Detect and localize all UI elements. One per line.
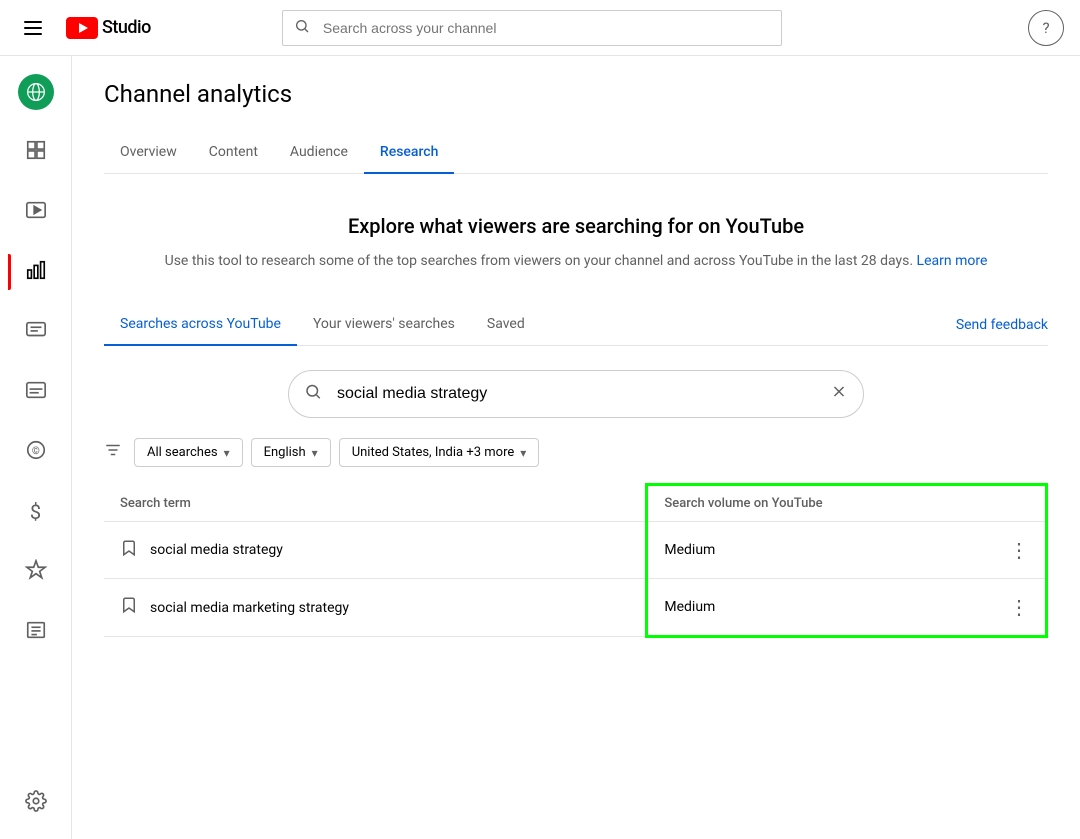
settings-icon — [25, 790, 47, 817]
main-tabs: Overview Content Audience Research — [104, 132, 1048, 174]
all-searches-chevron: ▾ — [224, 446, 230, 460]
clear-search-button[interactable] — [830, 383, 848, 406]
volume-text-1: Medium — [664, 542, 715, 558]
all-searches-label: All searches — [147, 445, 218, 460]
header-search-input[interactable] — [282, 10, 782, 46]
search-input-icon — [304, 383, 322, 406]
main-content: Channel analytics Overview Content Audie… — [72, 56, 1080, 839]
customise-icon — [25, 559, 47, 586]
bookmark-button-1[interactable] — [120, 539, 138, 562]
research-section: Explore what viewers are searching for o… — [104, 174, 1048, 638]
header-search-icon — [294, 18, 310, 38]
logo-text: Studio — [102, 17, 151, 38]
sidebar-item-library[interactable] — [8, 604, 64, 660]
copyright-icon: © — [25, 439, 47, 466]
youtube-logo-icon — [66, 17, 98, 39]
help-icon: ? — [1042, 19, 1049, 37]
table-row: social media marketing strategy Medium ⋮ — [104, 579, 1047, 637]
help-button[interactable]: ? — [1028, 10, 1064, 46]
tab-content[interactable]: Content — [193, 132, 274, 174]
explore-desc-text: Use this tool to research some of the to… — [165, 253, 913, 269]
volume-cell-2: Medium ⋮ — [647, 579, 1047, 637]
filters-bar: All searches ▾ English ▾ United States, … — [104, 438, 1048, 467]
location-filter[interactable]: United States, India +3 more ▾ — [339, 438, 540, 467]
sidebar-item-globe[interactable] — [8, 64, 64, 120]
volume-cell-1: Medium ⋮ — [647, 522, 1047, 579]
library-icon — [25, 619, 47, 646]
page-title: Channel analytics — [104, 80, 1048, 108]
subtitles-icon — [25, 379, 47, 406]
tab-research[interactable]: Research — [364, 132, 454, 174]
sidebar-item-settings[interactable] — [8, 775, 64, 831]
dollar-icon: $ — [30, 500, 41, 524]
more-options-button-1[interactable]: ⋮ — [1009, 538, 1029, 562]
menu-button[interactable] — [16, 13, 50, 43]
sidebar-item-monetization[interactable]: $ — [8, 484, 64, 540]
sub-tab-viewers-searches[interactable]: Your viewers' searches — [297, 304, 471, 346]
language-filter[interactable]: English ▾ — [251, 438, 331, 467]
filter-icon — [104, 441, 122, 464]
sidebar-item-copyright[interactable]: © — [8, 424, 64, 480]
tab-overview[interactable]: Overview — [104, 132, 193, 174]
svg-text:©: © — [31, 445, 39, 457]
language-chevron: ▾ — [312, 446, 318, 460]
play-icon — [25, 199, 47, 226]
sub-tab-saved[interactable]: Saved — [471, 304, 541, 346]
sub-tab-searches-across[interactable]: Searches across YouTube — [104, 304, 297, 346]
explore-heading: Explore what viewers are searching for o… — [104, 214, 1048, 238]
bookmark-button-2[interactable] — [120, 596, 138, 619]
term-text-1: social media strategy — [150, 542, 283, 558]
search-input-wrapper — [288, 370, 864, 418]
col-search-term: Search term — [104, 485, 647, 522]
table-row: social media strategy Medium ⋮ — [104, 522, 1047, 579]
send-feedback-button[interactable]: Send feedback — [956, 305, 1048, 345]
location-label: United States, India +3 more — [352, 445, 515, 460]
header-search — [282, 10, 782, 46]
logo[interactable]: Studio — [66, 17, 151, 39]
term-text-2: social media marketing strategy — [150, 600, 349, 616]
main-layout: © $ — [0, 56, 1080, 839]
col-search-volume: Search volume on YouTube — [647, 485, 1047, 522]
sidebar-item-customise[interactable] — [8, 544, 64, 600]
language-label: English — [264, 445, 306, 460]
sidebar-item-analytics[interactable] — [8, 244, 64, 300]
term-cell-1: social media strategy — [104, 522, 647, 579]
volume-text-2: Medium — [664, 599, 715, 615]
explore-description: Use this tool to research some of the to… — [104, 250, 1048, 272]
term-cell-2: social media marketing strategy — [104, 579, 647, 637]
sidebar-item-subtitles[interactable] — [8, 364, 64, 420]
all-searches-filter[interactable]: All searches ▾ — [134, 438, 243, 467]
sidebar-item-comments[interactable] — [8, 304, 64, 360]
sidebar-item-content[interactable] — [8, 184, 64, 240]
globe-icon — [18, 74, 54, 110]
results-table: Search term Search volume on YouTube — [104, 483, 1048, 638]
dashboard-icon — [25, 139, 47, 166]
header: Studio ? — [0, 0, 1080, 56]
location-chevron: ▾ — [520, 446, 526, 460]
analytics-icon — [25, 259, 47, 286]
tab-audience[interactable]: Audience — [274, 132, 364, 174]
app-container: Studio ? — [0, 0, 1080, 839]
sub-tabs: Searches across YouTube Your viewers' se… — [104, 304, 1048, 346]
more-options-button-2[interactable]: ⋮ — [1009, 595, 1029, 619]
sidebar: © $ — [0, 56, 72, 839]
comments-icon — [25, 319, 47, 346]
learn-more-link[interactable]: Learn more — [917, 253, 988, 269]
sidebar-item-dashboard[interactable] — [8, 124, 64, 180]
search-term-input[interactable] — [288, 370, 864, 418]
